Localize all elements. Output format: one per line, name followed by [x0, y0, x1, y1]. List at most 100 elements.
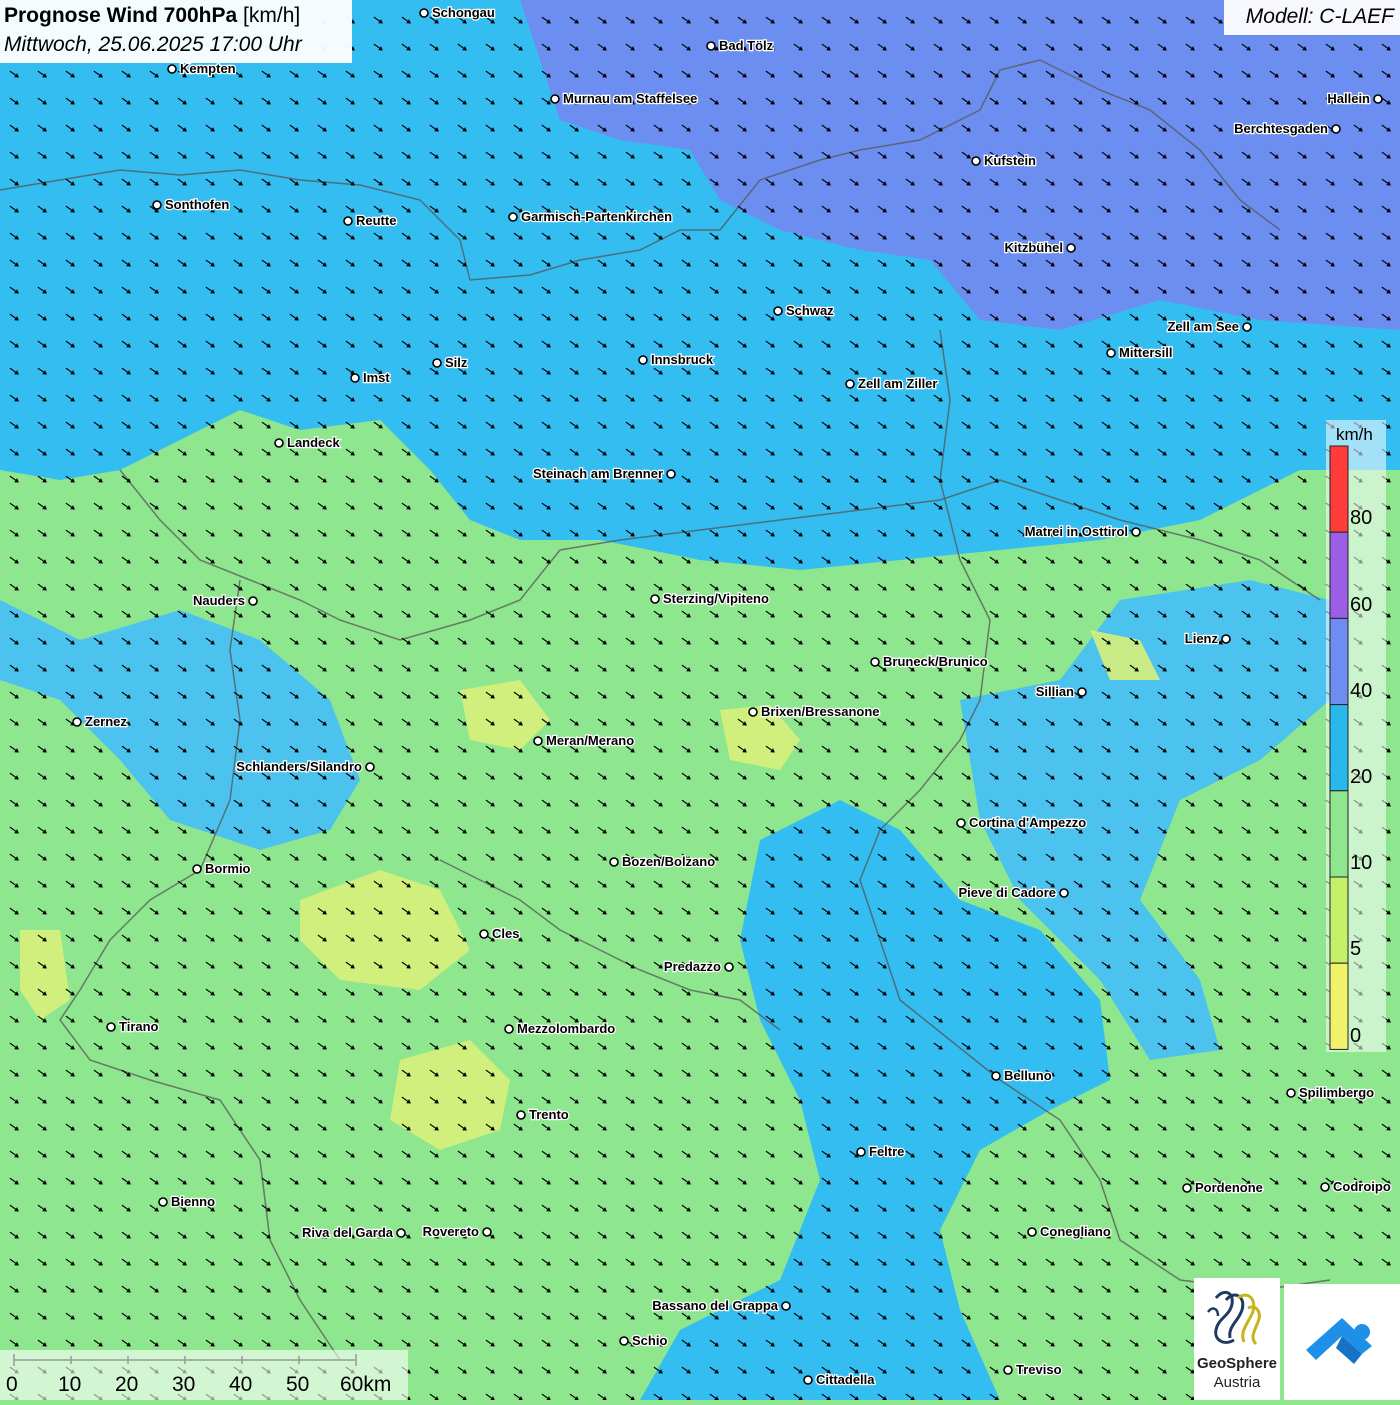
city-dot — [274, 438, 284, 448]
city-dot — [773, 306, 783, 316]
legend-color-segment — [1329, 445, 1349, 533]
city-marker: Mezzolombardo — [504, 1020, 617, 1037]
city-marker: Bozen/Bolzano — [609, 853, 716, 870]
city-dot — [72, 717, 82, 727]
city-dot — [350, 373, 360, 383]
city-marker: Matrei in Osttirol — [1023, 523, 1141, 540]
city-dot — [991, 1071, 1001, 1081]
city-marker: Steinach am Brenner — [532, 465, 676, 482]
model-label: Modell: C-LAEF — [1245, 5, 1394, 28]
city-marker: Schongau — [419, 4, 496, 21]
city-label: Spilimbergo — [1299, 1085, 1374, 1100]
city-dot — [419, 8, 429, 18]
city-dot — [516, 1110, 526, 1120]
city-dot — [870, 657, 880, 667]
city-dot — [533, 736, 543, 746]
city-dot — [1059, 888, 1069, 898]
forecast-datetime: Mittwoch, 25.06.2025 17:00 Uhr — [4, 33, 302, 56]
city-label: Pordenone — [1195, 1180, 1263, 1195]
city-label: Sonthofen — [165, 197, 229, 212]
city-label: Steinach am Brenner — [533, 466, 663, 481]
city-label: Matrei in Osttirol — [1025, 524, 1128, 539]
city-dot — [158, 1197, 168, 1207]
legend-label-10: 10 — [1350, 852, 1373, 874]
wind-map[interactable]: Schongau Bad Tölz Kempten Murnau am Staffel… — [0, 0, 1400, 1400]
city-label: Garmisch-Partenkirchen — [521, 209, 672, 224]
scale-label-20: 20 — [115, 1373, 139, 1396]
city-dot — [781, 1301, 791, 1311]
city-label: Lienz — [1185, 631, 1219, 646]
legend-color-segment — [1329, 790, 1349, 878]
model-box: Modell: C-LAEF — [1224, 0, 1400, 35]
city-dot — [167, 64, 177, 74]
city-dot — [845, 379, 855, 389]
title-main: Prognose Wind 700hPa — [4, 4, 238, 27]
legend-label-0: 0 — [1350, 1025, 1362, 1047]
city-dot — [1077, 687, 1087, 697]
city-label: Zell am Ziller — [858, 376, 937, 391]
city-marker: Schlanders/Silandro — [235, 758, 375, 775]
city-label: Schongau — [432, 5, 495, 20]
city-dot — [1373, 94, 1383, 104]
app-logo[interactable] — [1284, 1284, 1400, 1400]
city-label: Bormio — [205, 861, 251, 876]
geosphere-logo[interactable]: GeoSphere Austria — [1194, 1278, 1280, 1400]
city-label: Tirano — [119, 1019, 159, 1034]
city-label: Cittadella — [816, 1372, 875, 1387]
legend-unit: km/h — [1336, 425, 1373, 444]
logo-text-1: GeoSphere — [1196, 1355, 1278, 1372]
city-marker: Pordenone — [1182, 1179, 1264, 1196]
city-dot — [638, 355, 648, 365]
city-label: Imst — [363, 370, 390, 385]
city-marker: Zell am See — [1166, 318, 1252, 335]
city-label: Predazzo — [664, 959, 721, 974]
city-dot — [1003, 1365, 1013, 1375]
city-label: Berchtesgaden — [1234, 121, 1328, 136]
city-label: Belluno — [1004, 1068, 1052, 1083]
city-label: Cortina d'Ampezzo — [969, 815, 1086, 830]
city-dot — [1331, 124, 1341, 134]
city-marker: Pieve di Cadore — [957, 884, 1069, 901]
city-dot — [748, 707, 758, 717]
legend-label-20: 20 — [1350, 766, 1373, 788]
city-label: Landeck — [287, 435, 341, 450]
city-label: Silz — [445, 355, 468, 370]
city-label: Rovereto — [423, 1224, 479, 1239]
city-marker: Riva del Garda — [301, 1224, 406, 1241]
city-label: Riva del Garda — [302, 1225, 394, 1240]
city-dot — [666, 469, 676, 479]
city-dot — [479, 929, 489, 939]
city-label: Pieve di Cadore — [958, 885, 1056, 900]
scale-label-30: 30 — [172, 1373, 196, 1396]
city-marker: Cortina d'Ampezzo — [956, 814, 1088, 831]
city-marker: Bassano del Grappa — [651, 1297, 791, 1314]
legend-color-segment — [1329, 531, 1349, 619]
city-label: Bassano del Grappa — [652, 1298, 778, 1313]
city-label: Codroipo — [1333, 1179, 1391, 1194]
city-dot — [396, 1228, 406, 1238]
city-label: Innsbruck — [651, 352, 714, 367]
city-label: Schwaz — [786, 303, 834, 318]
city-label: Bruneck/Brunico — [883, 654, 988, 669]
city-dot — [706, 41, 716, 51]
city-marker: Zell am Ziller — [845, 375, 939, 392]
scale-label-60km: 60km — [340, 1373, 392, 1396]
scale-label-10: 10 — [58, 1373, 82, 1396]
city-label: Sterzing/Vipiteno — [663, 591, 769, 606]
legend-color-segment — [1329, 962, 1349, 1050]
city-marker: Brixen/Bressanone — [748, 703, 881, 720]
city-marker: Innsbruck — [638, 351, 715, 368]
logo-text-2: Austria — [1213, 1374, 1261, 1391]
city-label: Schio — [632, 1333, 667, 1348]
city-label: Trento — [529, 1107, 569, 1122]
city-label: Conegliano — [1040, 1224, 1111, 1239]
city-label: Treviso — [1016, 1362, 1062, 1377]
city-dot — [1027, 1227, 1037, 1237]
city-dot — [432, 358, 442, 368]
city-dot — [482, 1227, 492, 1237]
city-dot — [1182, 1183, 1192, 1193]
city-dot — [1286, 1088, 1296, 1098]
city-dot — [106, 1022, 116, 1032]
city-label: Reutte — [356, 213, 396, 228]
legend-color-segment — [1329, 704, 1349, 792]
